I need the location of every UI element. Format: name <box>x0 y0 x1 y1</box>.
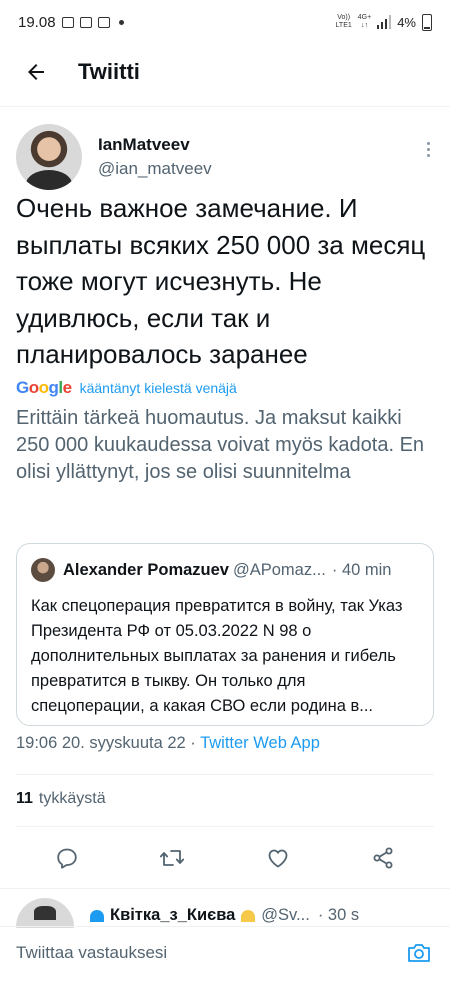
arrow-left-icon <box>28 64 44 80</box>
more-options-button[interactable] <box>423 138 434 161</box>
status-bar: 19.08 Vo)) LTE1 4G+ ↓↑ 4% <box>0 0 450 44</box>
tweet-meta: 19:06 20. syyskuuta 22 · Twitter Web App <box>16 734 320 753</box>
translation-label[interactable]: kääntänyt kielestä venäjä <box>80 380 237 396</box>
status-time: 19.08 <box>18 13 56 31</box>
likes-count: 11 <box>16 790 33 807</box>
camera-icon <box>408 943 430 962</box>
yellow-heart-icon <box>241 909 256 922</box>
google-letter: g <box>48 378 59 397</box>
system-navigation-bar <box>0 978 450 1000</box>
more-dot-icon <box>427 141 430 145</box>
google-letter: o <box>28 378 39 397</box>
quoted-tweet[interactable]: Alexander Pomazuev @APomaz... · 40 min К… <box>16 543 434 726</box>
back-button[interactable] <box>8 44 64 100</box>
reply-author-handle: @Sv... <box>261 906 310 924</box>
volte-indicator: Vo)) LTE1 <box>335 14 352 29</box>
signal-icon <box>377 15 392 29</box>
author-avatar[interactable] <box>16 124 82 190</box>
more-dot-icon <box>427 153 430 157</box>
google-letter: e <box>62 378 72 397</box>
author-name[interactable]: IanMatveev <box>98 135 212 155</box>
likes-label: tykkäystä <box>38 790 106 807</box>
actions-divider <box>0 888 450 889</box>
notification-dot-icon <box>118 19 124 25</box>
google-logo: Google <box>16 378 72 398</box>
tweet-timestamp: 19:06 20. syyskuuta 22 · <box>16 734 201 752</box>
app-header: Twiitti <box>0 44 450 100</box>
google-letter: G <box>16 378 29 397</box>
heart-icon <box>268 849 288 868</box>
quoted-author-handle: @APomaz... <box>232 560 326 579</box>
camera-button[interactable] <box>404 938 434 968</box>
reply-button[interactable] <box>47 838 87 878</box>
like-button[interactable] <box>258 838 298 878</box>
author-handle[interactable]: @ian_matveev <box>98 159 212 179</box>
reply-author-name: Квітка_з_Києва <box>110 906 236 924</box>
tweet-author: IanMatveev @ian_matveev <box>16 122 434 192</box>
reply-compose-bar: Twiittaa vastauksesi <box>0 926 450 978</box>
quoted-tweet-time: · 40 min <box>331 560 392 579</box>
quoted-tweet-header: Alexander Pomazuev @APomaz... · 40 min <box>31 558 419 582</box>
meta-divider <box>16 774 434 775</box>
retweet-button[interactable] <box>152 838 192 878</box>
tweet-text: Очень важное замечание. И выплаты всяких… <box>16 193 426 369</box>
share-button[interactable] <box>363 838 403 878</box>
retweet-icon <box>160 850 185 866</box>
header-divider <box>0 106 450 107</box>
quoted-tweet-text: Как спецоперация превратится в войну, та… <box>31 597 403 715</box>
page-title: Twiitti <box>78 59 140 84</box>
translation-row[interactable]: Google kääntänyt kielestä venäjä <box>16 378 237 398</box>
battery-icon <box>422 13 432 31</box>
likes-count-row[interactable]: 11 tykkäystä <box>16 790 106 808</box>
data-indicator: 4G+ ↓↑ <box>357 14 372 29</box>
battery-percent: 4% <box>397 14 416 30</box>
reply-icon <box>57 848 77 869</box>
more-dot-icon <box>427 147 430 151</box>
quoted-author-name: Alexander Pomazuev <box>63 560 229 579</box>
tweet-actions <box>0 838 450 878</box>
reply-author-avatar <box>16 898 74 928</box>
quoted-author-avatar <box>31 558 55 582</box>
message-icon <box>97 16 110 28</box>
reply-input[interactable]: Twiittaa vastauksesi <box>16 943 404 963</box>
reply-time: · 30 s <box>317 906 360 924</box>
gallery-icon <box>61 16 74 28</box>
translated-text: Erittäin tärkeä huomautus. Ja maksut kai… <box>16 407 425 483</box>
blue-heart-icon <box>90 909 104 922</box>
gmail-icon <box>79 16 92 28</box>
google-letter: o <box>38 378 49 397</box>
reply-preview[interactable]: Квітка_з_Києва @Sv... · 30 s <box>16 898 436 928</box>
tweet-source[interactable]: Twitter Web App <box>200 734 320 752</box>
share-icon <box>373 847 393 869</box>
likes-divider <box>16 826 434 827</box>
